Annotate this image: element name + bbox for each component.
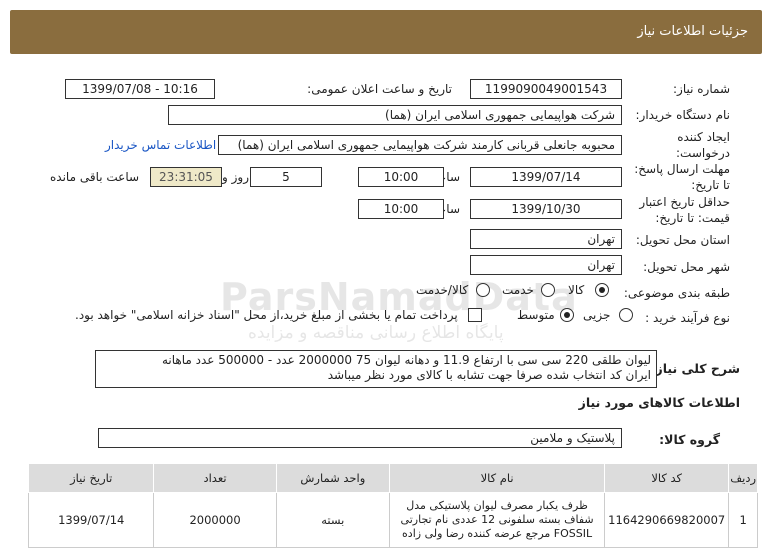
remaining-time-label: ساعت باقی مانده — [50, 170, 140, 184]
province-label: استان محل تحویل: — [635, 233, 730, 247]
col-unit-header: واحد شمارش — [275, 463, 391, 493]
category-radio-goods[interactable] — [595, 283, 609, 297]
requester-label-line1: ایجاد کننده — [677, 130, 730, 144]
col-date-header: تاریخ نیاز — [27, 463, 155, 493]
announce-datetime-label: تاریخ و ساعت اعلان عمومی: — [307, 82, 452, 96]
cell-unit: بسته — [275, 492, 391, 548]
cell-qty: 2000000 — [153, 492, 277, 548]
deadline-label-line2: تا تاریخ: — [691, 178, 730, 192]
process-radio-minor[interactable] — [619, 308, 633, 322]
goods-group-field: پلاستیک و ملامین — [98, 428, 622, 448]
category-service-label: خدمت — [502, 283, 534, 297]
col-row-header: ردیف — [728, 463, 758, 493]
process-radio-medium[interactable] — [560, 308, 574, 322]
description-line-2: ایران کد انتخاب شده صرفا جهت تشابه با کا… — [327, 368, 651, 382]
treasury-payment-checkbox[interactable] — [468, 308, 482, 322]
goods-table-header: ردیف کد کالا نام کالا واحد شمارش تعداد ت… — [27, 463, 758, 493]
validity-date-field: 1399/10/30 — [470, 199, 622, 219]
validity-time-field: 10:00 — [358, 199, 444, 219]
city-label: شهر محل تحویل: — [643, 260, 730, 274]
deadline-time-field: 10:00 — [358, 167, 444, 187]
treasury-payment-note: پرداخت تمام یا بخشی از مبلغ خرید،از محل … — [75, 308, 458, 322]
table-row: 1 1164290669820007 ظرف یکبار مصرف لیوان … — [27, 492, 758, 548]
watermark-subtitle: پایگاه اطلاع رسانی مناقصه و مزایده — [248, 323, 504, 343]
need-number-label: شماره نیاز: — [673, 82, 730, 96]
cell-date: 1399/07/14 — [27, 492, 155, 548]
category-label: طبقه بندی موضوعی: — [623, 286, 730, 300]
description-box: لیوان طلقی 220 سی سی با ارتفاع 11.9 و ده… — [95, 350, 657, 388]
col-code-header: کد کالا — [604, 463, 730, 493]
page-header: جزئیات اطلاعات نیاز — [10, 10, 762, 54]
deadline-label-line1: مهلت ارسال پاسخ: — [634, 162, 730, 176]
page-title: جزئیات اطلاعات نیاز — [637, 24, 748, 39]
process-label: نوع فرآیند خرید : — [645, 311, 730, 325]
province-field: تهران — [470, 229, 622, 249]
description-label: شرح کلی نیاز: — [650, 361, 740, 376]
validity-label-line1: حداقل تاریخ اعتبار — [639, 195, 730, 209]
city-field: تهران — [470, 255, 622, 275]
col-qty-header: تعداد — [153, 463, 277, 493]
goods-group-label: گروه کالا: — [659, 432, 720, 447]
requester-label-line2: درخواست: — [676, 146, 730, 160]
announce-datetime-field: 1399/07/08 - 10:16 — [65, 79, 215, 99]
category-goods-label: کالا — [568, 283, 585, 297]
requester-field: محبوبه جانعلی قربانی کارمند شرکت هواپیما… — [218, 135, 622, 155]
buyer-contact-link[interactable]: اطلاعات تماس خریدار — [105, 138, 216, 152]
remaining-time-field: 23:31:05 — [150, 167, 222, 187]
col-name-header: نام کالا — [389, 463, 606, 493]
category-radio-service[interactable] — [541, 283, 555, 297]
need-number-field: 1199090049001543 — [470, 79, 622, 99]
cell-row: 1 — [728, 492, 758, 548]
category-radio-goods-service[interactable] — [476, 283, 490, 297]
cell-code: 1164290669820007 — [604, 492, 730, 548]
description-line-1: لیوان طلقی 220 سی سی با ارتفاع 11.9 و ده… — [161, 353, 651, 367]
goods-table: ردیف کد کالا نام کالا واحد شمارش تعداد ت… — [27, 463, 758, 548]
cell-name: ظرف یکبار مصرف لیوان پلاستیکی مدل شفاف ب… — [389, 492, 606, 548]
buyer-org-label: نام دستگاه خریدار: — [635, 108, 731, 122]
category-goods-service-label: کالا/خدمت — [416, 283, 469, 297]
days-label: روز و — [222, 170, 249, 184]
remaining-days-field: 5 — [250, 167, 322, 187]
process-minor-label: جزیی — [583, 308, 611, 322]
buyer-org-field: شرکت هواپیمایی جمهوری اسلامی ایران (هما) — [168, 105, 622, 125]
validity-label-line2: قیمت: تا تاریخ: — [655, 211, 730, 225]
deadline-date-field: 1399/07/14 — [470, 167, 622, 187]
goods-section-title: اطلاعات کالاهای مورد نیاز — [578, 395, 740, 410]
process-medium-label: متوسط — [517, 308, 555, 322]
